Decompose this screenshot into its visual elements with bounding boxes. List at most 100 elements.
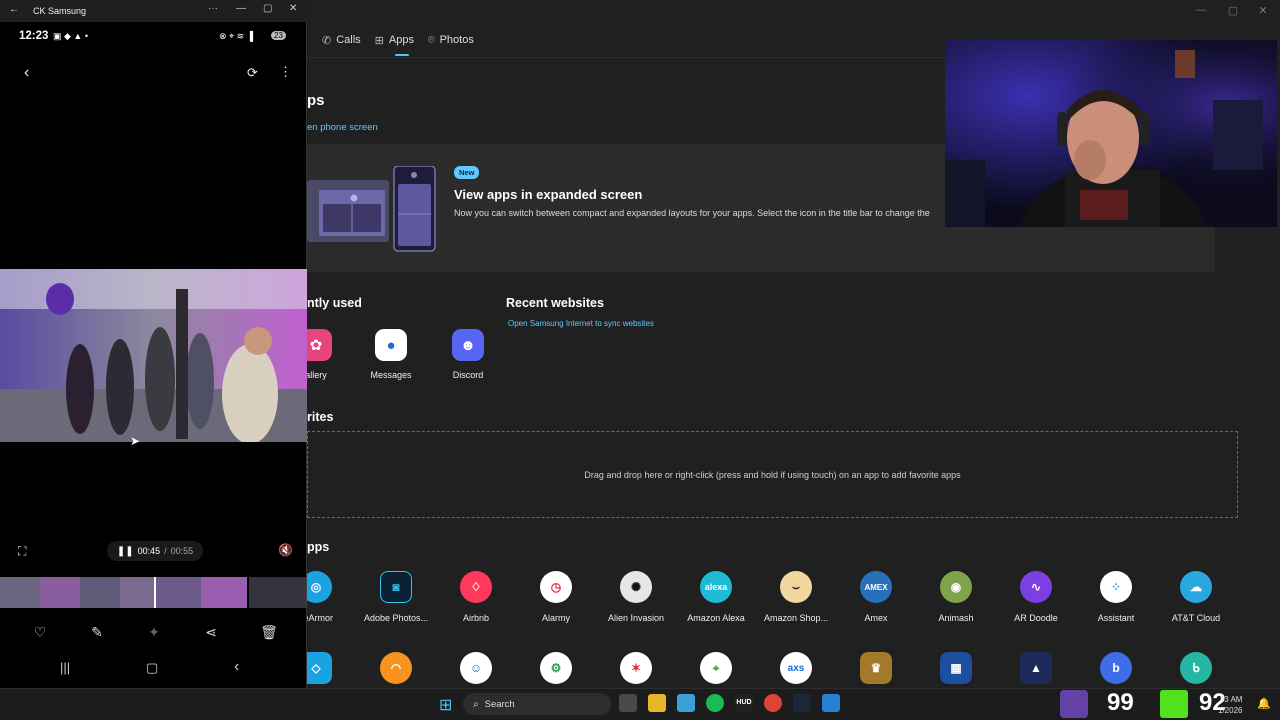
video-frame[interactable] <box>0 269 307 442</box>
app-label: Messages <box>370 370 412 380</box>
app-tile[interactable]: b <box>1076 652 1156 684</box>
app-tile[interactable]: axs <box>756 652 836 684</box>
app-assistant[interactable]: ⁘ Assistant <box>1076 571 1156 623</box>
phone-link-icon[interactable] <box>822 694 840 712</box>
open-phone-screen-link[interactable]: en phone screen <box>307 122 378 133</box>
app-tile[interactable]: ᑲ <box>1156 652 1236 684</box>
photos-icon: ⌾ <box>427 33 435 46</box>
spotify-icon[interactable] <box>706 694 724 712</box>
app-label: Amazon Alexa <box>687 613 745 623</box>
alarm-clock-icon: ◷ <box>540 571 572 603</box>
sync-websites-link[interactable]: Open Samsung Internet to sync websites <box>508 319 654 328</box>
taskbar-search[interactable]: ⌕ Search <box>463 693 611 715</box>
axs-icon: axs <box>780 652 812 684</box>
amazon-cart-icon: ⌣ <box>780 571 812 603</box>
app-messages[interactable]: ● Messages <box>356 329 426 380</box>
app-amazon-alexa[interactable]: alexa Amazon Alexa <box>676 571 756 623</box>
photoshop-icon: ◙ <box>380 571 412 603</box>
video-playback-pill[interactable]: ❚❚ 00:45 / 00:55 <box>107 541 203 561</box>
steam-icon[interactable] <box>793 694 811 712</box>
share-icon[interactable]: ⋖ <box>199 620 223 644</box>
app-label: Adobe Photos... <box>363 613 429 623</box>
app-adobe-photoshop[interactable]: ◙ Adobe Photos... <box>356 571 436 623</box>
task-view-icon[interactable] <box>619 694 637 712</box>
pause-icon[interactable]: ❚❚ <box>117 546 134 557</box>
notification-bell-icon[interactable]: 🔔 <box>1257 697 1271 710</box>
game-icon: ♛ <box>860 652 892 684</box>
app-tile[interactable]: ◠ <box>356 652 436 684</box>
back-icon[interactable]: ‹ <box>234 658 239 676</box>
grid-app-icon: ▦ <box>940 652 972 684</box>
more-options-icon[interactable]: ··· <box>208 3 218 14</box>
tab-photos-label: Photos <box>439 34 474 46</box>
minimize-icon[interactable]: — <box>1186 4 1216 20</box>
tab-apps[interactable]: ⊞ Apps <box>375 30 414 56</box>
app-tile[interactable]: ☺ <box>436 652 516 684</box>
capture-icon[interactable]: ⛶ <box>18 544 26 559</box>
phone-window-titlebar: ← CK Samsung ··· — ▢ ✕ <box>0 0 307 22</box>
rotate-icon[interactable]: ⟳ <box>247 65 258 81</box>
app-tile[interactable]: ▲ <box>996 652 1076 684</box>
phone-mirror-window[interactable]: ← CK Samsung ··· — ▢ ✕ 12:23 ▣ ◆ ▲ • ⊗ ⌖… <box>0 0 307 688</box>
edit-pencil-icon[interactable]: ✎ <box>85 620 109 644</box>
back-chevron-icon[interactable]: ‹ <box>24 64 29 82</box>
app-airbnb[interactable]: ♢ Airbnb <box>436 571 516 623</box>
close-icon[interactable]: ✕ <box>289 3 297 14</box>
app-amex[interactable]: AMEX Amex <box>836 571 916 623</box>
tab-photos[interactable]: ⌾ Photos <box>428 30 474 50</box>
heart-icon[interactable]: ♡ <box>28 620 52 644</box>
app-tile[interactable]: ▦ <box>916 652 996 684</box>
chrome-icon[interactable] <box>764 694 782 712</box>
app-amazon-shopping[interactable]: ⌣ Amazon Shop... <box>756 571 836 623</box>
favorites-drop-zone[interactable]: Drag and drop here or right-click (press… <box>307 431 1238 518</box>
app-att-cloud[interactable]: ☁ AT&T Cloud <box>1156 571 1236 623</box>
file-explorer-icon[interactable] <box>648 694 666 712</box>
scrubber-thumbnail <box>0 577 40 608</box>
magic-wand-icon[interactable]: ✦ <box>142 620 166 644</box>
notepad-icon[interactable] <box>677 694 695 712</box>
recent-websites-heading: Recent websites <box>506 296 604 310</box>
tab-calls[interactable]: ✆ Calls <box>322 30 361 50</box>
kebab-menu-icon[interactable]: ⋮ <box>279 64 292 80</box>
all-apps-heading: pps <box>307 540 330 554</box>
app-discord[interactable]: ☻ Discord <box>433 329 503 380</box>
clock-time: 23 AM <box>1219 695 1243 704</box>
webcam-feed <box>945 40 1277 227</box>
ar-doodle-icon: ∿ <box>1020 571 1052 603</box>
recently-used-heading: ntly used <box>307 296 362 310</box>
trash-icon[interactable]: 🗑 <box>257 620 281 644</box>
maximize-icon[interactable]: ▢ <box>263 3 272 14</box>
mute-icon[interactable]: 🔇 <box>278 543 293 557</box>
app-alien-invasion[interactable]: ✺ Alien Invasion <box>596 571 676 623</box>
maximize-icon[interactable]: ▢ <box>1218 4 1248 20</box>
home-icon[interactable]: ▢ <box>146 660 158 676</box>
minimize-icon[interactable]: — <box>236 3 246 14</box>
app-animash[interactable]: ◉ Animash <box>916 571 996 623</box>
drop-hint: Drag and drop here or right-click (press… <box>584 469 961 480</box>
twitch-count: 99 <box>1107 689 1134 716</box>
app-alarmy[interactable]: ◷ Alarmy <box>516 571 596 623</box>
app-label: Amazon Shop... <box>763 613 829 623</box>
app-ar-doodle[interactable]: ∿ AR Doodle <box>996 571 1076 623</box>
app-tile[interactable]: ⌖ <box>676 652 756 684</box>
app-tile[interactable]: ⚙ <box>516 652 596 684</box>
scrubber-thumbnail <box>40 577 80 608</box>
video-scrubber-strip[interactable] <box>0 577 307 608</box>
app-tile[interactable]: ♛ <box>836 652 916 684</box>
maps-pin-icon: ⌖ <box>700 652 732 684</box>
app-label: Animash <box>938 613 974 623</box>
app-label: AR Doodle <box>1014 613 1058 623</box>
start-windows-icon[interactable]: ⊞ <box>439 695 452 715</box>
app-tile[interactable]: ✶ <box>596 652 676 684</box>
party-video-still <box>0 269 307 442</box>
close-icon[interactable]: ✕ <box>1248 4 1278 20</box>
back-arrow-icon[interactable]: ← <box>9 4 19 15</box>
taskbar-clock[interactable]: 23 AM 1/2026 <box>1218 694 1242 716</box>
recent-apps-icon[interactable]: ||| <box>60 660 70 675</box>
favorites-heading: rites <box>307 410 334 424</box>
kick-icon <box>1160 690 1188 718</box>
search-icon: ⌕ <box>473 698 479 710</box>
hud-fx-icon[interactable]: HUD <box>735 694 753 712</box>
status-time: 12:23 <box>19 30 49 42</box>
tab-calls-label: Calls <box>336 34 361 46</box>
